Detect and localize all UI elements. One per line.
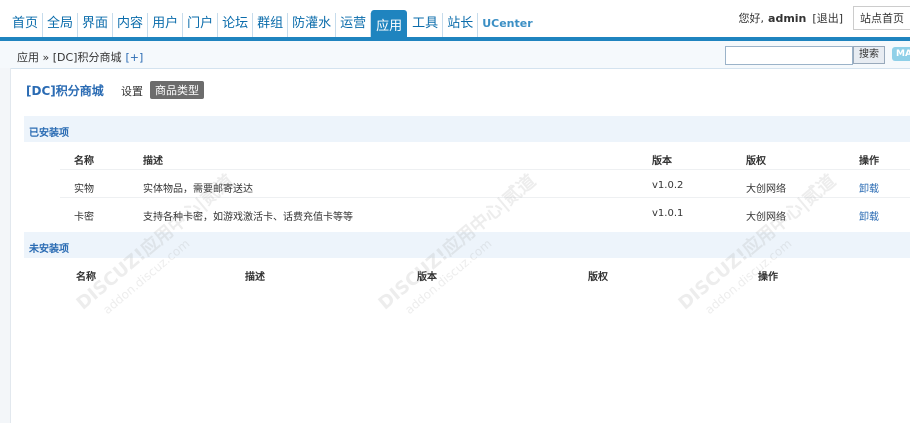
- row2-version: v1.0.1: [652, 208, 684, 219]
- breadcrumb-path: 应用 » [DC]积分商城: [17, 51, 122, 64]
- nav-content[interactable]: 内容: [113, 13, 149, 38]
- nav-groups[interactable]: 群组: [253, 13, 289, 38]
- nav-apps[interactable]: 应用: [371, 10, 408, 38]
- search-button[interactable]: 搜索: [853, 46, 885, 64]
- top-bar: 首页 全局 界面 内容 用户 门户 论坛 群组 防灌水 运营 应用 工具 站长 …: [0, 0, 910, 38]
- row1-name: 实物: [74, 184, 94, 195]
- breadcrumb: 应用 » [DC]积分商城 [+]: [17, 49, 143, 65]
- search-input[interactable]: [725, 46, 853, 65]
- logout-link[interactable]: [退出]: [812, 10, 843, 26]
- nav-anti-spam[interactable]: 防灌水: [288, 13, 337, 38]
- left-frame-edge: [0, 68, 11, 423]
- row1-desc: 实体物品，需要邮寄送达: [143, 184, 253, 195]
- nav-users[interactable]: 用户: [148, 13, 184, 38]
- nav-home[interactable]: 首页: [8, 13, 44, 38]
- row2-desc: 支持各种卡密，如游戏激活卡、话费充值卡等等: [143, 212, 353, 223]
- installed-heading: 已安装项: [29, 128, 69, 139]
- col-action-header: 操作: [859, 156, 879, 167]
- nav-interface[interactable]: 界面: [78, 13, 114, 38]
- user-area: 您好, admin [退出] 站点首页: [739, 6, 910, 30]
- nav-forum[interactable]: 论坛: [218, 13, 254, 38]
- col-version-header: 版本: [652, 156, 672, 167]
- uninstalled-col-version: 版本: [417, 272, 437, 283]
- uninstalled-col-copyright: 版权: [588, 272, 608, 283]
- top-navigation: 首页 全局 界面 内容 用户 门户 论坛 群组 防灌水 运营 应用 工具 站长 …: [8, 8, 537, 38]
- nav-global[interactable]: 全局: [43, 13, 79, 38]
- uninstalled-section-header: 未安装项: [24, 232, 910, 258]
- greeting-text: 您好,: [738, 12, 765, 25]
- row2-name: 卡密: [74, 212, 94, 223]
- row2-uninstall-link[interactable]: 卸载: [859, 208, 879, 223]
- add-shortcut-link[interactable]: [+]: [125, 51, 143, 64]
- uninstalled-col-name: 名称: [76, 272, 96, 283]
- username: admin: [768, 11, 807, 25]
- uninstalled-col-desc: 描述: [245, 272, 265, 283]
- nav-portal[interactable]: 门户: [183, 13, 219, 38]
- row-divider: [60, 169, 910, 170]
- row-divider: [60, 197, 910, 198]
- uninstalled-heading: 未安装项: [29, 244, 69, 255]
- tab-goods-types[interactable]: 商品类型: [150, 81, 204, 99]
- uninstalled-col-action: 操作: [758, 272, 778, 283]
- row1-uninstall-link[interactable]: 卸载: [859, 180, 879, 195]
- row2-copyright: 大创网络: [746, 212, 786, 223]
- nav-admin[interactable]: 站长: [443, 13, 479, 38]
- row1-copyright: 大创网络: [746, 184, 786, 195]
- map-button[interactable]: MAP: [892, 47, 910, 61]
- nav-ucenter[interactable]: UCenter: [478, 13, 536, 38]
- col-desc-header: 描述: [143, 156, 163, 167]
- page-title: [DC]积分商城: [26, 84, 104, 98]
- nav-operations[interactable]: 运营: [336, 13, 372, 38]
- installed-section-header: 已安装项: [24, 116, 910, 142]
- col-name-header: 名称: [74, 156, 94, 167]
- site-home-button[interactable]: 站点首页: [853, 6, 910, 30]
- row1-version: v1.0.2: [652, 180, 684, 191]
- tab-settings[interactable]: 设置: [121, 83, 143, 99]
- col-copyright-header: 版权: [746, 156, 766, 167]
- nav-tools[interactable]: 工具: [408, 13, 444, 38]
